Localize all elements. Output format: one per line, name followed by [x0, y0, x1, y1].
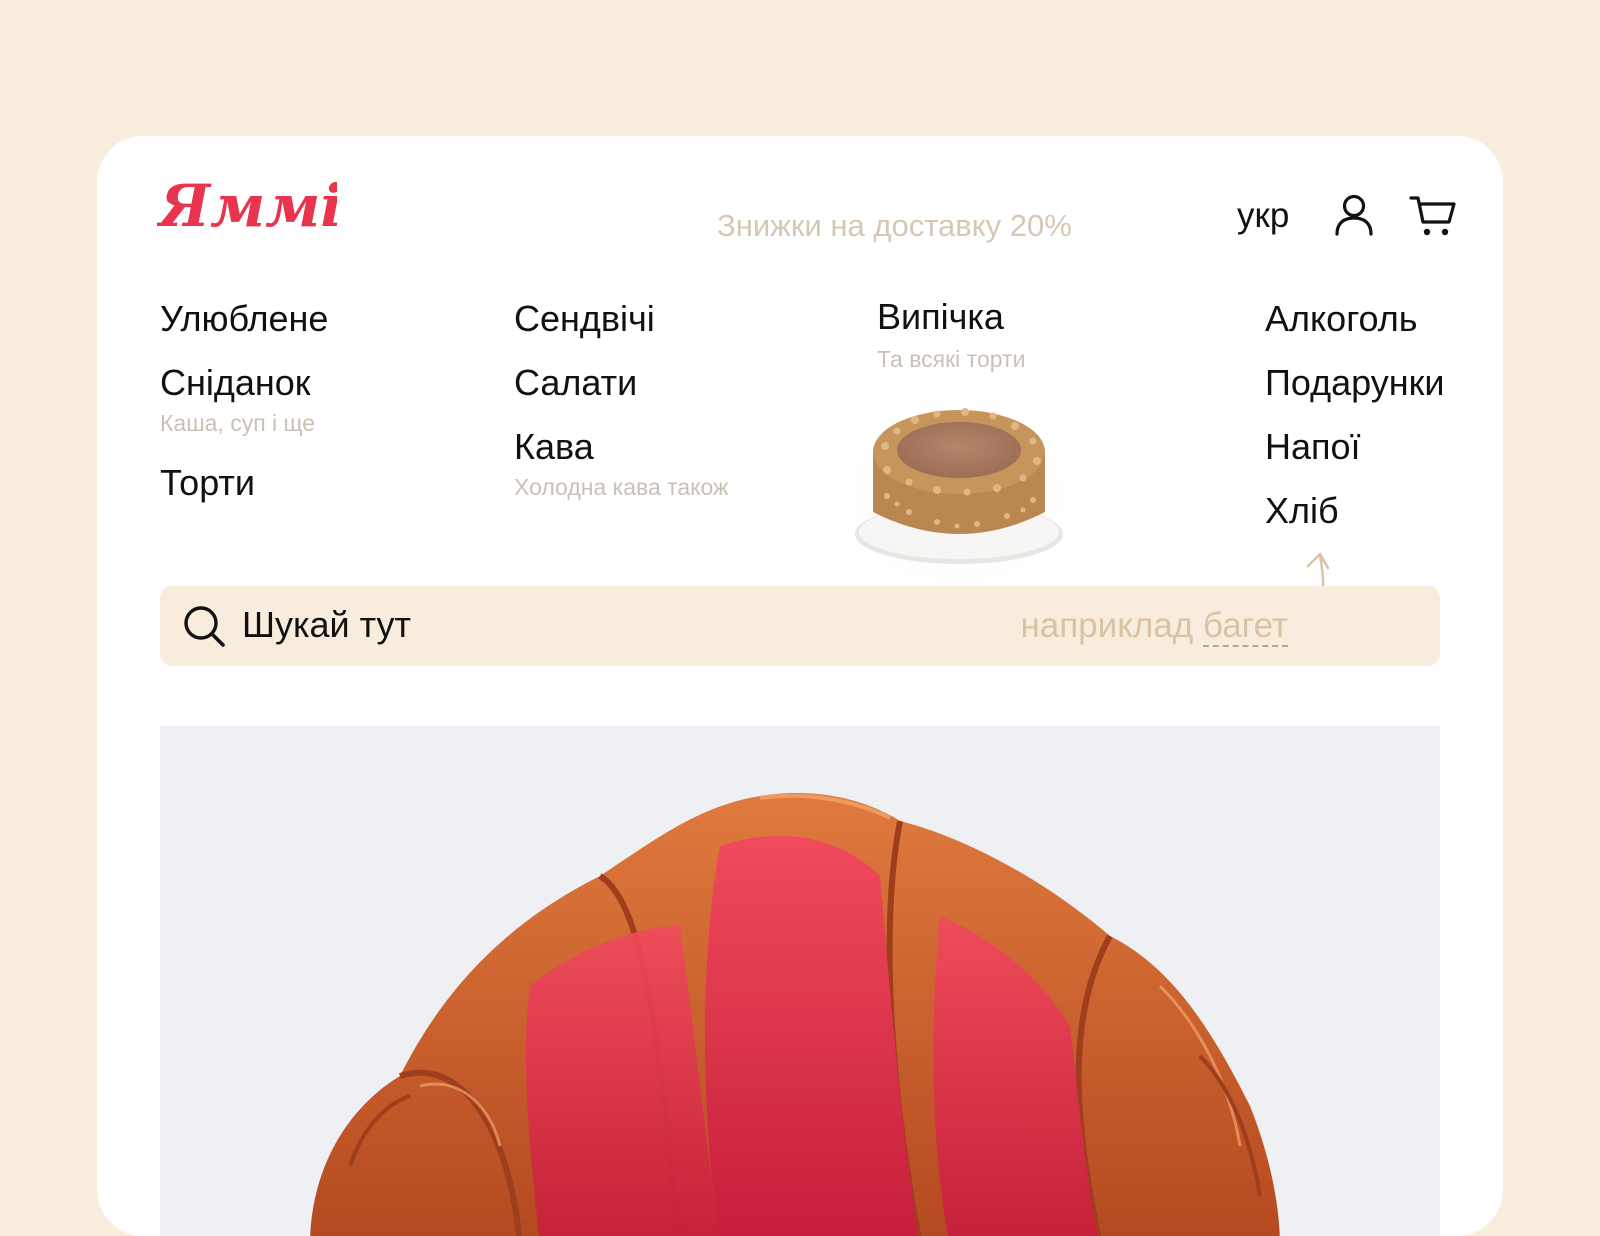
- cake-image: [839, 388, 1075, 584]
- menu-item-breakfast[interactable]: Сніданок: [160, 362, 328, 404]
- hero-croissant-image: [160, 726, 1440, 1236]
- menu-item-bread[interactable]: Хліб: [1265, 490, 1445, 532]
- search-hint-prefix: наприклад: [1020, 606, 1203, 645]
- logo[interactable]: Яммі: [157, 168, 337, 248]
- svg-text:Яммі: Яммі: [157, 172, 337, 240]
- search-example-hint: наприклад багет: [1020, 606, 1288, 647]
- cart-icon[interactable]: [1409, 192, 1457, 240]
- menu-item-salads[interactable]: Салати: [514, 362, 728, 404]
- menu-item-coffee[interactable]: Кава: [514, 426, 728, 468]
- menu-item-cakes[interactable]: Торти: [160, 462, 328, 504]
- menu-item-coffee-subtitle: Холодна кава також: [514, 474, 729, 500]
- search-bar[interactable]: Шукай тут наприклад багет: [160, 586, 1440, 666]
- menu-item-breakfast-subtitle: Каша, суп і ще: [160, 410, 316, 436]
- menu-column-3: Випічка Та всякі торти: [877, 296, 1025, 372]
- delivery-promo: Знижки на доставку 20%: [717, 208, 1072, 243]
- menu-item-favorites[interactable]: Улюблене: [160, 298, 328, 340]
- menu-item-pastry[interactable]: Випічка: [877, 296, 1025, 338]
- search-input[interactable]: Шукай тут: [242, 604, 411, 646]
- menu-item-gifts[interactable]: Подарунки: [1265, 362, 1445, 404]
- menu-column-1: Улюблене Сніданок Каша, суп і ще Торти: [160, 298, 328, 504]
- menu-column-2: Сендвічі Салати Кава Холодна кава також: [514, 298, 728, 500]
- menu-item-pastry-subtitle: Та всякі торти: [877, 346, 1026, 372]
- search-hint-example-link[interactable]: багет: [1202, 606, 1288, 647]
- menu-item-alcohol[interactable]: Алкоголь: [1265, 298, 1445, 340]
- language-switcher[interactable]: укр: [1237, 196, 1289, 236]
- user-icon[interactable]: [1332, 192, 1376, 236]
- menu-item-drinks[interactable]: Напої: [1265, 426, 1445, 468]
- menu-item-sandwiches[interactable]: Сендвічі: [514, 298, 728, 340]
- menu-column-4: Алкоголь Подарунки Напої Хліб: [1265, 298, 1445, 532]
- search-icon[interactable]: [182, 604, 226, 648]
- main-card: Яммі Знижки на доставку 20% укр Улюблене…: [97, 136, 1503, 1236]
